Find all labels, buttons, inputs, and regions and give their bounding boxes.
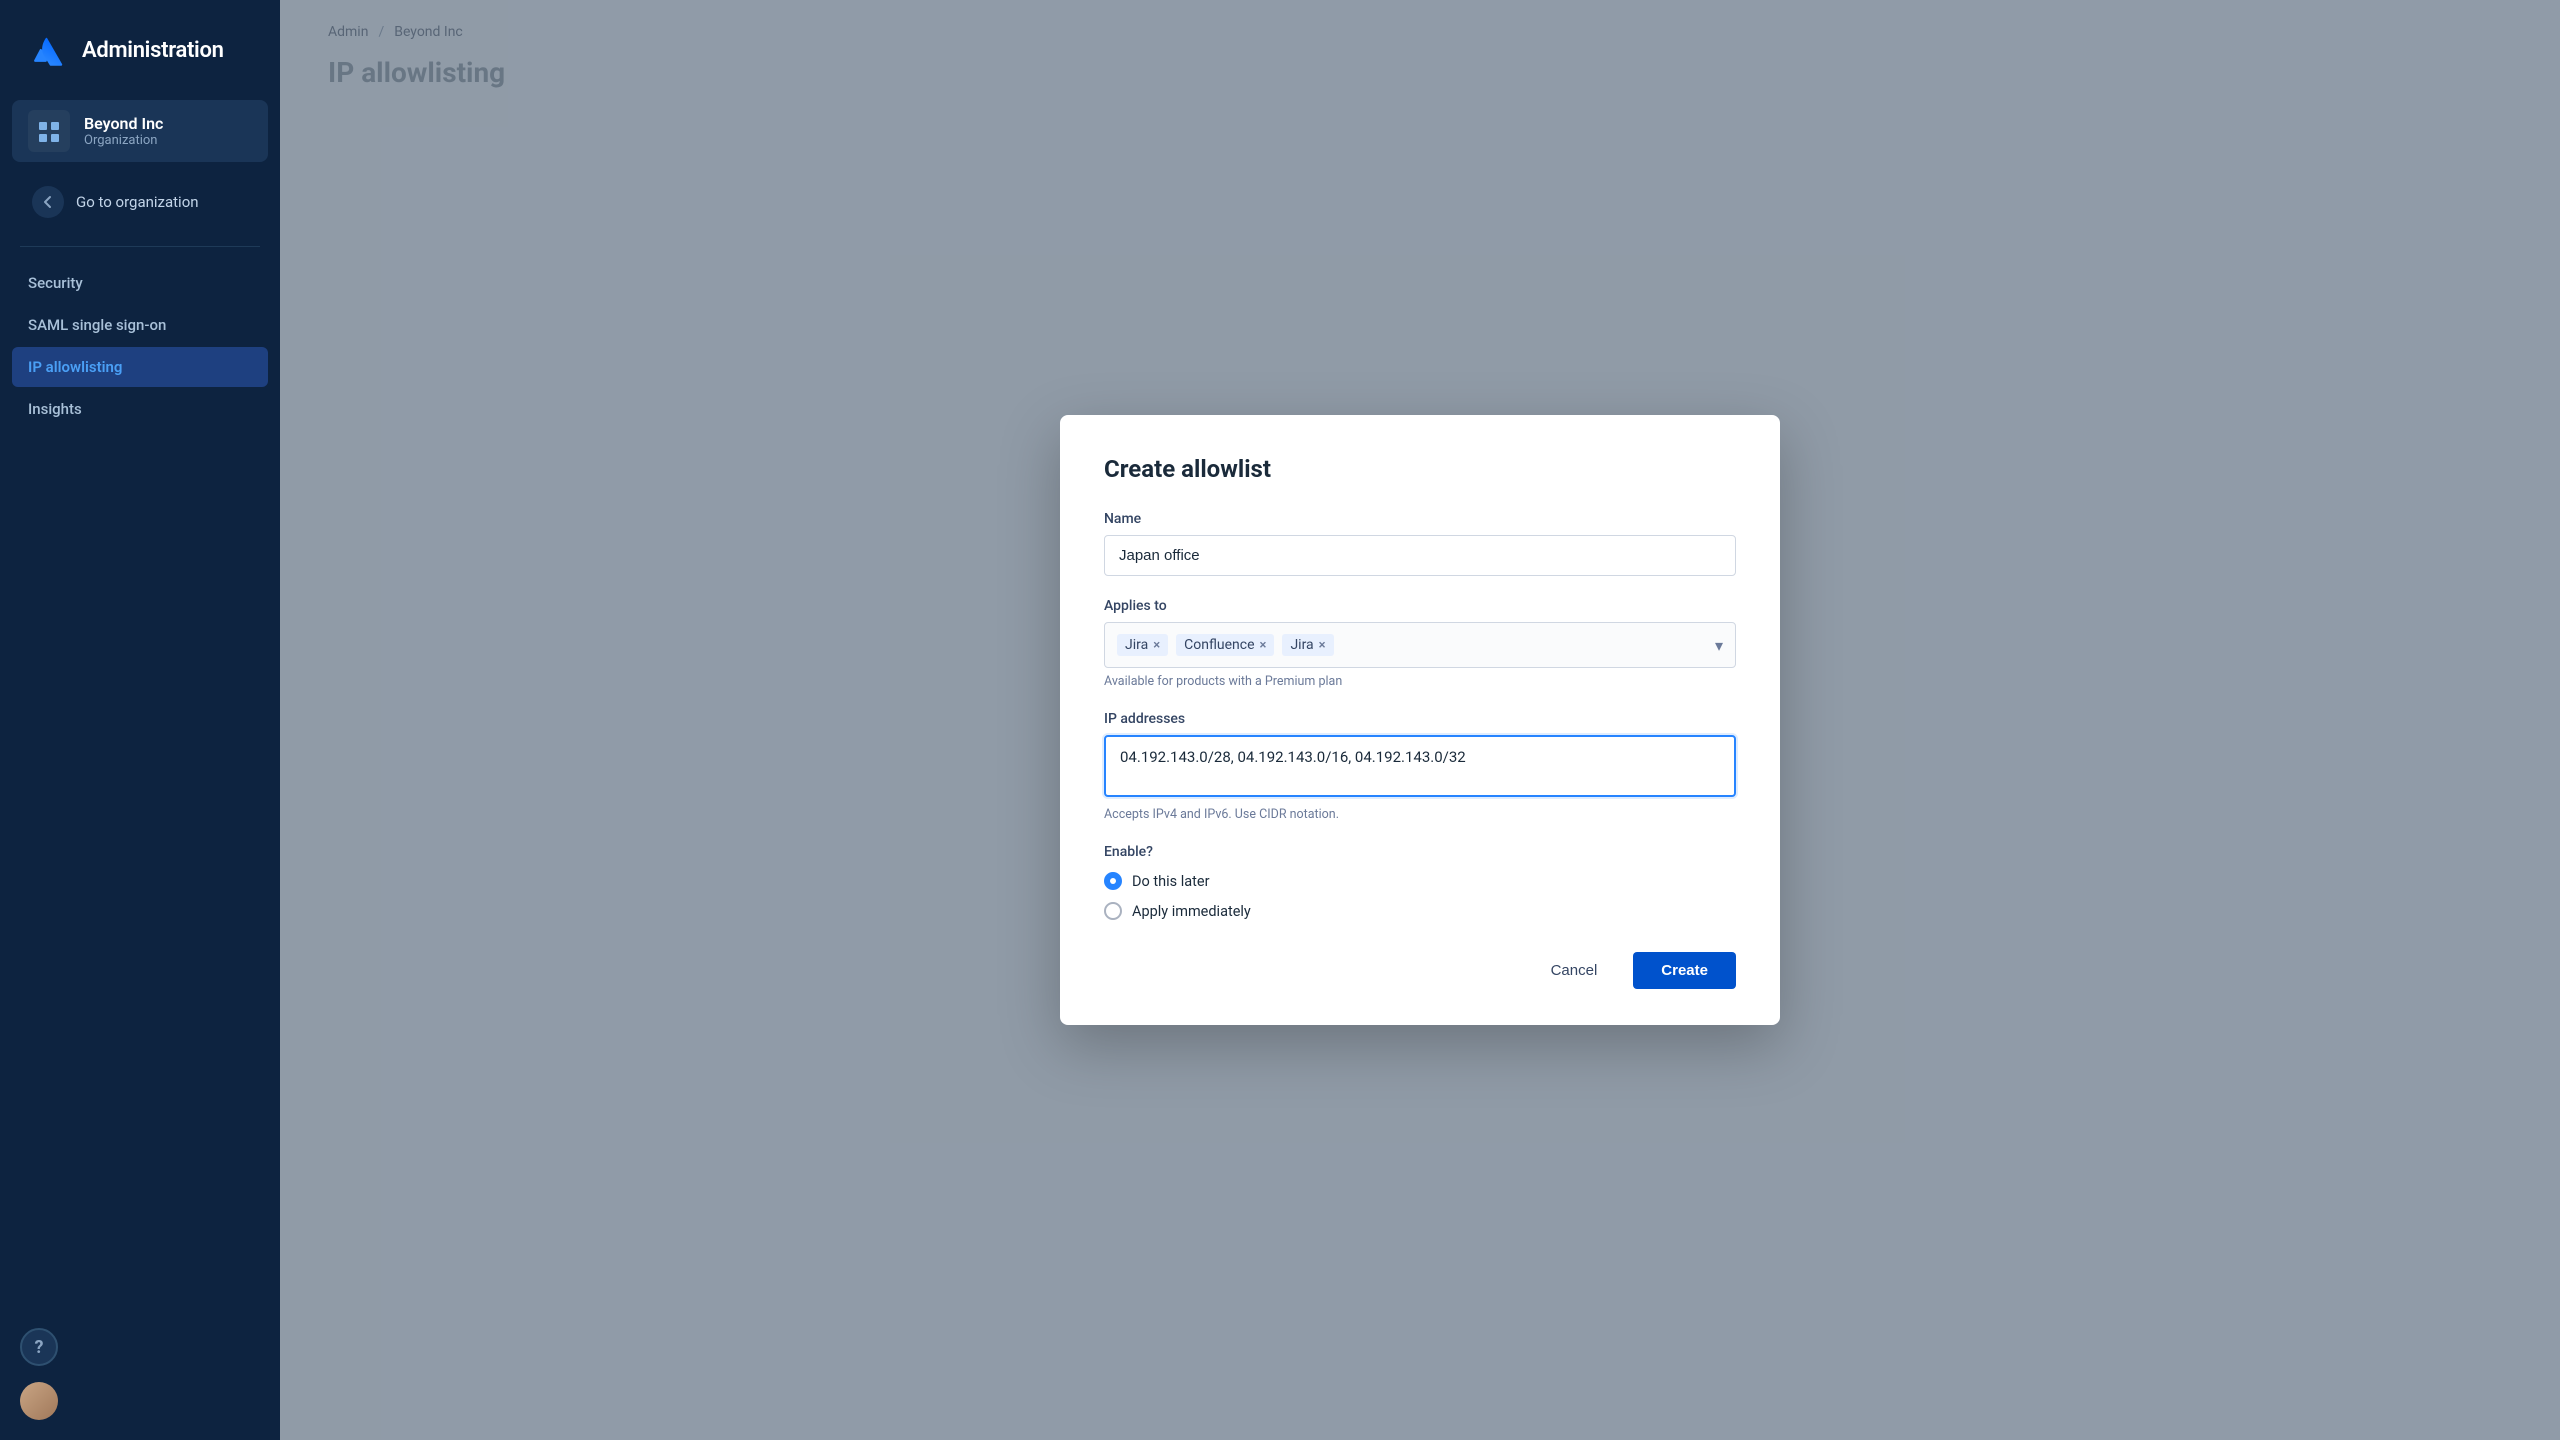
- sidebar-item-ip-allowlisting[interactable]: IP allowlisting: [12, 347, 268, 387]
- enable-radio-group: Do this later Apply immediately: [1104, 872, 1736, 920]
- sidebar-divider: [20, 246, 260, 247]
- ip-addresses-input[interactable]: 04.192.143.0/28, 04.192.143.0/16, 04.192…: [1104, 735, 1736, 797]
- org-name: Beyond Inc: [84, 114, 163, 133]
- avatar-image: [20, 1382, 58, 1420]
- radio-do-this-later[interactable]: Do this later: [1104, 872, 1736, 890]
- radio-apply-immediately-indicator: [1104, 902, 1122, 920]
- radio-apply-immediately-label: Apply immediately: [1132, 903, 1251, 920]
- org-info: Beyond Inc Organization: [84, 114, 163, 148]
- main-content: Admin / Beyond Inc IP allowlisting Creat…: [280, 0, 2560, 1440]
- tag-jira-1-label: Jira: [1125, 637, 1148, 653]
- back-label: Go to organization: [76, 193, 199, 211]
- org-type: Organization: [84, 133, 163, 148]
- tag-jira-2-remove[interactable]: ×: [1319, 639, 1326, 652]
- tag-jira-2-label: Jira: [1290, 637, 1313, 653]
- tag-confluence-remove[interactable]: ×: [1260, 639, 1267, 652]
- go-to-organization-button[interactable]: Go to organization: [12, 174, 268, 230]
- enable-field-group: Enable? Do this later Apply immediately: [1104, 844, 1736, 920]
- premium-note: Available for products with a Premium pl…: [1104, 674, 1736, 689]
- name-input[interactable]: [1104, 535, 1736, 576]
- ip-label: IP addresses: [1104, 711, 1736, 727]
- cancel-button[interactable]: Cancel: [1529, 952, 1620, 989]
- user-avatar[interactable]: [20, 1382, 58, 1420]
- enable-label: Enable?: [1104, 844, 1736, 860]
- modal-overlay: Create allowlist Name Applies to Jira × …: [280, 0, 2560, 1440]
- tag-jira-1-remove[interactable]: ×: [1153, 639, 1160, 652]
- sidebar-nav: Security SAML single sign-on IP allowlis…: [0, 263, 280, 429]
- ip-hint: Accepts IPv4 and IPv6. Use CIDR notation…: [1104, 807, 1736, 822]
- ip-addresses-field-group: IP addresses 04.192.143.0/28, 04.192.143…: [1104, 711, 1736, 822]
- tag-confluence-label: Confluence: [1184, 637, 1254, 653]
- main-background: Admin / Beyond Inc IP allowlisting Creat…: [280, 0, 2560, 1440]
- applies-to-field-group: Applies to Jira × Confluence × Jira ×: [1104, 598, 1736, 689]
- modal-title: Create allowlist: [1104, 455, 1736, 483]
- radio-do-this-later-label: Do this later: [1132, 873, 1209, 890]
- org-icon: [28, 110, 70, 152]
- sidebar-item-insights[interactable]: Insights: [12, 389, 268, 429]
- modal-footer: Cancel Create: [1104, 952, 1736, 989]
- applies-to-label: Applies to: [1104, 598, 1736, 614]
- sidebar-item-saml[interactable]: SAML single sign-on: [12, 305, 268, 345]
- tag-confluence[interactable]: Confluence ×: [1176, 634, 1274, 656]
- org-section[interactable]: Beyond Inc Organization: [12, 100, 268, 162]
- radio-apply-immediately[interactable]: Apply immediately: [1104, 902, 1736, 920]
- sidebar: Administration Beyond Inc Organization G…: [0, 0, 280, 1440]
- sidebar-title: Administration: [82, 38, 224, 63]
- tag-jira-1[interactable]: Jira ×: [1117, 634, 1168, 656]
- sidebar-logo: Administration: [0, 0, 280, 100]
- radio-do-this-later-indicator: [1104, 872, 1122, 890]
- atlassian-logo-icon: [24, 28, 68, 72]
- sidebar-item-security[interactable]: Security: [12, 263, 268, 303]
- back-arrow-icon: [32, 186, 64, 218]
- create-allowlist-modal: Create allowlist Name Applies to Jira × …: [1060, 415, 1780, 1025]
- applies-to-select[interactable]: Jira × Confluence × Jira × ▾: [1104, 622, 1736, 668]
- chevron-down-icon: ▾: [1715, 636, 1723, 655]
- tag-jira-2[interactable]: Jira ×: [1282, 634, 1333, 656]
- create-button[interactable]: Create: [1633, 952, 1736, 989]
- name-label: Name: [1104, 511, 1736, 527]
- help-button[interactable]: ?: [20, 1328, 58, 1366]
- name-field-group: Name: [1104, 511, 1736, 576]
- sidebar-bottom: ?: [0, 1308, 280, 1440]
